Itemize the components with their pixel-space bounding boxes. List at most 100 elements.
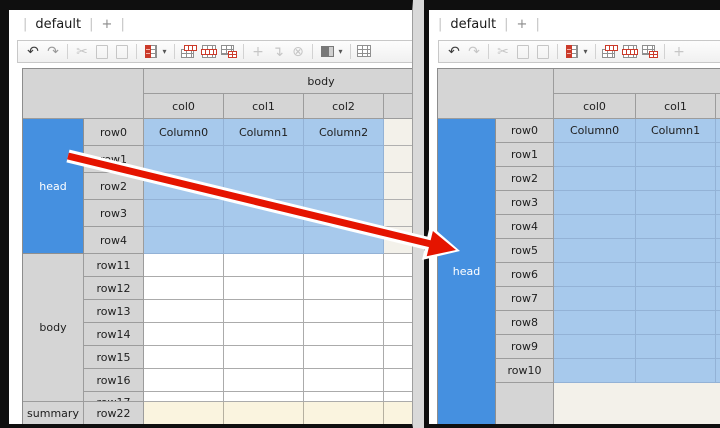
layout-button[interactable] [318,43,336,61]
grid-cell[interactable] [554,263,636,287]
grid-cell[interactable]: Column0 [144,119,224,146]
add-tab-button[interactable]: + [102,17,113,32]
column-group-header[interactable]: body [144,69,412,94]
insert-row-above-button[interactable] [180,43,198,61]
grid-cell[interactable] [384,346,412,369]
column-header-col1[interactable]: col1 [224,94,304,119]
grid-cell[interactable] [224,277,304,300]
grid-cell[interactable] [304,146,384,173]
grid-cell[interactable] [716,239,720,263]
grid-cell[interactable] [636,239,716,263]
table-menu-caret-icon[interactable]: ▾ [581,43,590,61]
row-label-row4[interactable]: row4 [496,215,554,239]
paste-button[interactable] [534,43,552,61]
grid-cell[interactable] [384,227,412,254]
grid-cell[interactable] [384,392,412,402]
row-label-row7[interactable]: row7 [496,287,554,311]
grid-cell[interactable] [716,167,720,191]
grid-cell[interactable]: Column1 [636,119,716,143]
grid-cell[interactable] [384,277,412,300]
grid-cell[interactable] [144,300,224,323]
column-header-col0[interactable]: col0 [554,94,636,119]
grid-cell[interactable] [716,215,720,239]
copy-button[interactable] [93,43,111,61]
grid-cell[interactable] [554,215,636,239]
grid-cell[interactable] [304,300,384,323]
grid-cell[interactable] [304,277,384,300]
grid-cell[interactable] [144,200,224,227]
grid-cell[interactable] [554,383,720,424]
row-label-row11[interactable]: row11 [84,254,144,277]
grid-cell[interactable] [224,173,304,200]
grid-cell[interactable] [144,227,224,254]
grid-cell[interactable] [224,402,304,424]
grid-cell[interactable] [224,200,304,227]
remove-button[interactable]: ⊗ [289,43,307,61]
merge-cells-button[interactable] [641,43,659,61]
grid-cell[interactable] [304,173,384,200]
grid-cell[interactable] [304,346,384,369]
insert-row-button[interactable] [621,43,639,61]
grid-cell[interactable] [304,254,384,277]
grid-cell[interactable] [636,311,716,335]
column-header-col1[interactable]: col1 [636,94,716,119]
grid-cell[interactable] [144,173,224,200]
undo-button[interactable]: ↶ [445,43,463,61]
grid-cell[interactable] [224,392,304,402]
column-header-col2[interactable]: col2 [304,94,384,119]
grid-cell[interactable] [554,311,636,335]
grid-cell[interactable] [304,402,384,424]
grid-cell[interactable] [384,200,412,227]
grid-cell[interactable] [384,323,412,346]
row-label-row5[interactable]: row5 [496,239,554,263]
table-menu-caret-icon[interactable]: ▾ [160,43,169,61]
row-label-row6[interactable]: row6 [496,263,554,287]
row-label-row13[interactable]: row13 [84,300,144,323]
grid-cell[interactable] [144,254,224,277]
grid-cell[interactable] [554,239,636,263]
grid-cell[interactable]: Column0 [554,119,636,143]
table-menu-button[interactable] [142,43,160,61]
grid-cell[interactable] [636,167,716,191]
grid-cell[interactable] [384,254,412,277]
row-label-row17[interactable]: row17 [84,392,144,402]
row-label-row14[interactable]: row14 [84,323,144,346]
grid-cell[interactable] [224,369,304,392]
grid-cell[interactable] [636,191,716,215]
grid-cell[interactable] [304,323,384,346]
grid-cell[interactable] [716,191,720,215]
row-label-row0[interactable]: row0 [84,119,144,146]
merge-cells-button[interactable] [220,43,238,61]
grid-cell[interactable] [716,119,720,143]
grid-cell[interactable] [554,335,636,359]
row-label-row3[interactable]: row3 [496,191,554,215]
grid-cell[interactable] [554,359,636,383]
grid-cell[interactable] [144,392,224,402]
layout-caret-icon[interactable]: ▾ [336,43,345,61]
grid-cell[interactable] [636,263,716,287]
column-header-col0[interactable]: col0 [144,94,224,119]
grid-cell[interactable] [304,369,384,392]
grid-cell[interactable] [636,215,716,239]
row-label-row4[interactable]: row4 [84,227,144,254]
grid-cell[interactable] [304,392,384,402]
grid-cell[interactable] [384,369,412,392]
grid-cell[interactable] [224,254,304,277]
column-header-blank[interactable] [716,94,720,119]
grid-cell[interactable] [144,402,224,424]
row-label-row16[interactable]: row16 [84,369,144,392]
grid-cell[interactable] [554,287,636,311]
grid-cell[interactable] [636,143,716,167]
grid-cell[interactable] [224,323,304,346]
grid-cell[interactable] [716,311,720,335]
grid-cell[interactable] [384,146,412,173]
tab-default[interactable]: default [35,17,81,32]
grid-cell[interactable] [716,287,720,311]
cut-button[interactable]: ✂ [494,43,512,61]
row-label-row3[interactable]: row3 [84,200,144,227]
grid-cell[interactable] [716,263,720,287]
grid-cell[interactable] [384,402,412,424]
insert-row-button[interactable] [200,43,218,61]
grid-cell[interactable] [144,346,224,369]
grid-cell[interactable] [716,335,720,359]
